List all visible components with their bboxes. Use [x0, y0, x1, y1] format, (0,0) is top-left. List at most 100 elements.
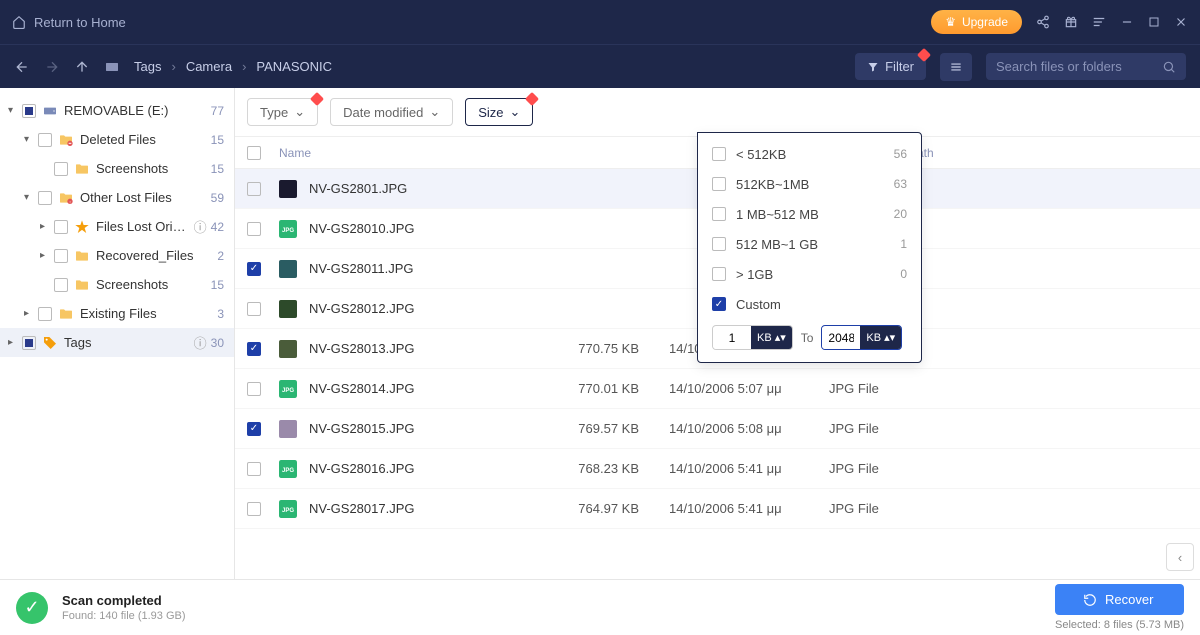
row-checkbox[interactable] — [247, 302, 261, 316]
tree-item[interactable]: Screenshots15 — [0, 154, 234, 183]
file-row[interactable]: JPGNV-GS28014.JPG770.01 KB14/10/2006 5:0… — [235, 369, 1200, 409]
from-input[interactable] — [713, 327, 751, 349]
row-checkbox[interactable] — [247, 262, 261, 276]
tree-checkbox[interactable] — [38, 307, 52, 321]
row-checkbox[interactable] — [247, 182, 261, 196]
tree-toggle-icon[interactable]: ▸ — [8, 337, 22, 348]
size-option[interactable]: 512 MB~1 GB1 — [698, 229, 921, 259]
option-checkbox[interactable] — [712, 147, 726, 161]
size-option[interactable]: > 1GB0 — [698, 259, 921, 289]
tree-toggle-icon[interactable]: ▾ — [24, 134, 38, 145]
row-checkbox[interactable] — [247, 462, 261, 476]
file-thumbnail: JPG — [279, 500, 297, 518]
type-chip[interactable]: Type ⌄ — [247, 98, 318, 126]
forward-icon[interactable] — [44, 59, 60, 75]
tree-toggle-icon[interactable]: ▸ — [40, 221, 54, 232]
tree-item[interactable]: ▸Files Lost Original N...ⓘ42 — [0, 212, 234, 241]
tree-toggle-icon[interactable]: ▸ — [40, 250, 54, 261]
file-size: 769.57 KB — [529, 421, 639, 436]
file-name: NV-GS28010.JPG — [309, 221, 529, 236]
col-name[interactable]: Name — [279, 146, 529, 160]
tree-item[interactable]: ▾REMOVABLE (E:)77 — [0, 96, 234, 125]
file-row[interactable]: NV-GS28015.JPG769.57 KB14/10/2006 5:08 μ… — [235, 409, 1200, 449]
tree-checkbox[interactable] — [22, 336, 36, 350]
tree-item[interactable]: ▸Tagsⓘ30 — [0, 328, 234, 357]
tree-label: REMOVABLE (E:) — [64, 103, 211, 118]
help-icon[interactable]: ⓘ — [194, 333, 207, 352]
recover-label: Recover — [1105, 592, 1153, 607]
up-icon[interactable] — [74, 59, 90, 75]
maximize-icon[interactable] — [1148, 16, 1160, 28]
option-checkbox[interactable] — [712, 297, 726, 311]
file-thumbnail — [279, 300, 297, 318]
tree-checkbox[interactable] — [22, 104, 36, 118]
option-checkbox[interactable] — [712, 237, 726, 251]
gift-icon[interactable] — [1064, 15, 1078, 29]
date-chip[interactable]: Date modified ⌄ — [330, 98, 453, 126]
file-row[interactable]: JPGNV-GS28017.JPG764.97 KB14/10/2006 5:4… — [235, 489, 1200, 529]
share-icon[interactable] — [1036, 15, 1050, 29]
recover-button[interactable]: Recover — [1055, 584, 1184, 615]
to-input[interactable] — [822, 327, 860, 349]
minimize-icon[interactable] — [1120, 15, 1134, 29]
option-count: 63 — [894, 177, 907, 191]
tree-checkbox[interactable] — [54, 162, 68, 176]
tree-item[interactable]: ▸Existing Files3 — [0, 299, 234, 328]
tree-toggle-icon[interactable]: ▾ — [24, 192, 38, 203]
tree-item[interactable]: Screenshots15 — [0, 270, 234, 299]
col-path[interactable]: Path — [899, 146, 1200, 160]
help-icon[interactable]: ⓘ — [194, 217, 207, 236]
row-checkbox[interactable] — [247, 342, 261, 356]
crumb-panasonic[interactable]: PANASONIC — [256, 59, 332, 74]
caret-icon: ▴▾ — [775, 331, 786, 344]
crumb-tags[interactable]: Tags — [134, 59, 161, 74]
file-type: JPG File — [809, 501, 899, 516]
size-option[interactable]: 512KB~1MB63 — [698, 169, 921, 199]
option-checkbox[interactable] — [712, 177, 726, 191]
tree-checkbox[interactable] — [54, 220, 68, 234]
crumb-camera[interactable]: Camera — [186, 59, 232, 74]
tree-checkbox[interactable] — [54, 249, 68, 263]
filter-button[interactable]: Filter — [855, 53, 926, 80]
size-chip-label: Size — [478, 105, 503, 120]
option-checkbox[interactable] — [712, 267, 726, 281]
option-checkbox[interactable] — [712, 207, 726, 221]
row-checkbox[interactable] — [247, 502, 261, 516]
upgrade-button[interactable]: ♛ Upgrade — [931, 10, 1022, 34]
scroll-button[interactable]: ‹ — [1166, 543, 1194, 571]
menu-icon[interactable] — [1092, 15, 1106, 29]
hamburger-button[interactable] — [940, 53, 972, 81]
file-name: NV-GS28017.JPG — [309, 501, 529, 516]
folder-icon — [74, 248, 90, 264]
file-name: NV-GS28015.JPG — [309, 421, 529, 436]
date-chip-label: Date modified — [343, 105, 423, 120]
to-label: To — [801, 331, 814, 345]
from-unit-select[interactable]: KB ▴▾ — [751, 326, 792, 349]
search-input[interactable]: Search files or folders — [986, 53, 1186, 80]
size-chip[interactable]: Size ⌄ — [465, 98, 533, 126]
select-all-checkbox[interactable] — [247, 146, 261, 160]
row-checkbox[interactable] — [247, 422, 261, 436]
tree-checkbox[interactable] — [54, 278, 68, 292]
size-option[interactable]: < 512KB56 — [698, 139, 921, 169]
file-thumbnail: JPG — [279, 220, 297, 238]
close-icon[interactable] — [1174, 15, 1188, 29]
file-thumbnail — [279, 180, 297, 198]
size-option-custom[interactable]: Custom — [698, 289, 921, 319]
svg-text:!: ! — [69, 199, 70, 204]
return-home-button[interactable]: Return to Home — [12, 15, 126, 30]
tree-item[interactable]: ▾Deleted Files15 — [0, 125, 234, 154]
tree-label: Recovered_Files — [96, 248, 217, 263]
file-row[interactable]: JPGNV-GS28016.JPG768.23 KB14/10/2006 5:4… — [235, 449, 1200, 489]
to-unit-select[interactable]: KB ▴▾ — [860, 326, 901, 349]
tree-toggle-icon[interactable]: ▾ — [8, 105, 22, 116]
size-option[interactable]: 1 MB~512 MB20 — [698, 199, 921, 229]
tree-checkbox[interactable] — [38, 133, 52, 147]
row-checkbox[interactable] — [247, 382, 261, 396]
tree-checkbox[interactable] — [38, 191, 52, 205]
tree-item[interactable]: ▸Recovered_Files2 — [0, 241, 234, 270]
row-checkbox[interactable] — [247, 222, 261, 236]
back-icon[interactable] — [14, 59, 30, 75]
tree-toggle-icon[interactable]: ▸ — [24, 308, 38, 319]
tree-item[interactable]: ▾!Other Lost Files59 — [0, 183, 234, 212]
